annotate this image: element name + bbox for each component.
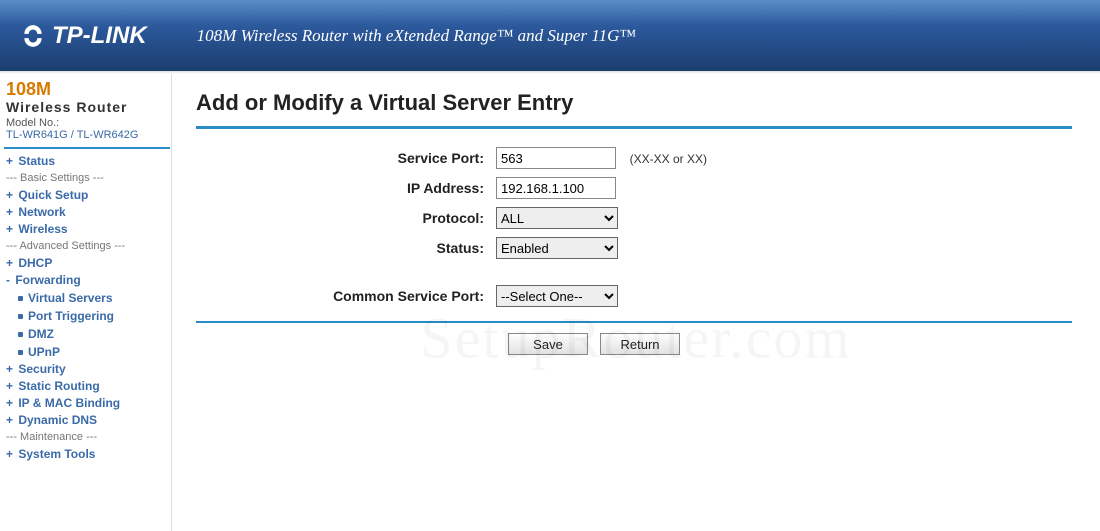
plus-icon: + <box>6 154 16 168</box>
ip-address-label: IP Address: <box>196 180 496 196</box>
sidebar-item-label: Status <box>18 153 55 170</box>
sidebar-category: --- Advanced Settings --- <box>4 238 171 255</box>
sidebar-item-label: Network <box>18 204 65 221</box>
sidebar-item-static-routing[interactable]: Static Routing <box>18 378 99 395</box>
sidebar-item-status[interactable]: Status <box>18 153 55 170</box>
bullet-icon <box>18 296 23 301</box>
sidebar-item-system-tools[interactable]: System Tools <box>18 446 95 463</box>
sidebar-item-label: Static Routing <box>18 378 99 395</box>
tplink-logo-icon <box>20 23 46 49</box>
model-label: Model No.: <box>6 117 171 129</box>
status-label: Status: <box>196 240 496 256</box>
product-line-1: 108M <box>6 80 171 98</box>
sidebar-item-label: Quick Setup <box>18 187 88 204</box>
service-port-input[interactable] <box>496 147 616 169</box>
bullet-icon <box>18 332 23 337</box>
brand-name: TP-LINK <box>52 22 147 50</box>
sidebar-nav: + Status--- Basic Settings ---+ Quick Se… <box>4 153 171 463</box>
sidebar-item-label: Security <box>18 361 65 378</box>
header-tagline: 108M Wireless Router with eXtended Range… <box>197 26 636 46</box>
plus-icon: + <box>6 188 16 202</box>
plus-icon: + <box>6 413 16 427</box>
sidebar-item-forwarding[interactable]: Forwarding <box>15 272 80 289</box>
plus-icon: + <box>6 379 16 393</box>
bullet-icon <box>18 350 23 355</box>
sidebar-item-label: Virtual Servers <box>28 290 113 307</box>
plus-icon: + <box>6 447 16 461</box>
plus-icon: + <box>6 222 16 236</box>
sidebar-item-network[interactable]: Network <box>18 204 65 221</box>
plus-icon: + <box>6 362 16 376</box>
sidebar-item-quick-setup[interactable]: Quick Setup <box>18 187 88 204</box>
header-banner: TP-LINK 108M Wireless Router with eXtend… <box>0 0 1100 72</box>
service-port-hint: (XX-XX or XX) <box>630 152 707 166</box>
sidebar-item-label: DHCP <box>18 255 52 272</box>
protocol-label: Protocol: <box>196 210 496 226</box>
sidebar-item-label: Port Triggering <box>28 308 114 325</box>
sidebar-item-dmz[interactable]: DMZ <box>18 326 54 343</box>
sidebar-item-label: UPnP <box>28 344 60 361</box>
common-service-port-label: Common Service Port: <box>196 288 496 304</box>
product-line-2: Wireless Router <box>6 99 171 115</box>
sidebar-category: --- Basic Settings --- <box>4 170 171 187</box>
ip-address-input[interactable] <box>496 177 616 199</box>
sidebar-item-label: Wireless <box>18 221 67 238</box>
model-number: TL-WR641G / TL-WR642G <box>6 129 171 141</box>
sidebar-item-label: Forwarding <box>15 272 80 289</box>
protocol-select[interactable]: ALL <box>496 207 618 229</box>
page-title: Add or Modify a Virtual Server Entry <box>196 90 1072 116</box>
sidebar-item-port-triggering[interactable]: Port Triggering <box>18 308 114 325</box>
sidebar-item-dhcp[interactable]: DHCP <box>18 255 52 272</box>
sidebar-item-security[interactable]: Security <box>18 361 65 378</box>
sidebar-item-dynamic-dns[interactable]: Dynamic DNS <box>18 412 97 429</box>
main-content: SetupRouter.com Add or Modify a Virtual … <box>172 72 1100 531</box>
plus-icon: + <box>6 256 16 270</box>
sidebar-item-virtual-servers[interactable]: Virtual Servers <box>18 290 113 307</box>
minus-icon: - <box>6 273 13 287</box>
status-select[interactable]: Enabled <box>496 237 618 259</box>
sidebar: 108M Wireless Router Model No.: TL-WR641… <box>0 72 172 531</box>
sidebar-divider <box>4 147 170 149</box>
sidebar-item-ip-mac-binding[interactable]: IP & MAC Binding <box>18 395 120 412</box>
sidebar-item-label: IP & MAC Binding <box>18 395 120 412</box>
bullet-icon <box>18 314 23 319</box>
return-button[interactable]: Return <box>600 333 680 355</box>
service-port-label: Service Port: <box>196 150 496 166</box>
save-button[interactable]: Save <box>508 333 588 355</box>
sidebar-category: --- Maintenance --- <box>4 429 171 446</box>
sidebar-item-label: DMZ <box>28 326 54 343</box>
sidebar-item-upnp[interactable]: UPnP <box>18 344 60 361</box>
plus-icon: + <box>6 205 16 219</box>
sidebar-item-wireless[interactable]: Wireless <box>18 221 67 238</box>
form-rule <box>196 321 1072 323</box>
title-rule <box>196 126 1072 129</box>
sidebar-item-label: System Tools <box>18 446 95 463</box>
plus-icon: + <box>6 396 16 410</box>
sidebar-item-label: Dynamic DNS <box>18 412 97 429</box>
common-service-port-select[interactable]: --Select One-- <box>496 285 618 307</box>
brand-logo: TP-LINK <box>20 22 147 50</box>
